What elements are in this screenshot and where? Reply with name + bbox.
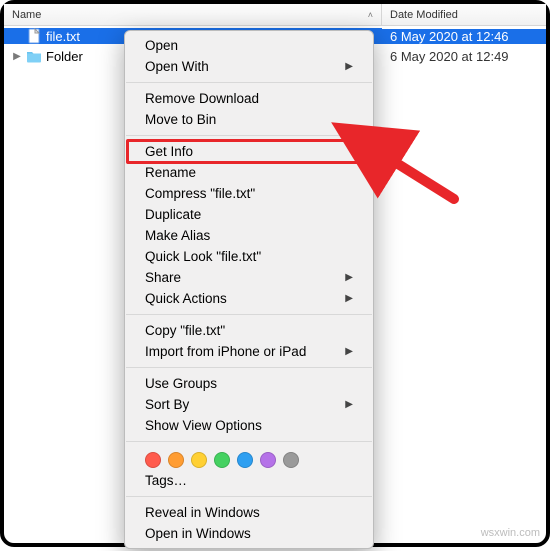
sort-ascending-icon: ˄ <box>368 10 373 20</box>
menu-get-info[interactable]: Get Info <box>125 141 373 162</box>
disclosure-triangle-icon[interactable]: ▶ <box>12 51 22 62</box>
folder-icon <box>26 48 42 64</box>
menu-remove-download[interactable]: Remove Download <box>125 88 373 109</box>
menu-separator <box>126 367 372 368</box>
menu-separator <box>126 82 372 83</box>
menu-use-groups[interactable]: Use Groups <box>125 373 373 394</box>
file-name: Folder <box>46 49 83 64</box>
submenu-arrow-icon: ▶ <box>345 61 353 72</box>
tag-color-blue[interactable] <box>237 452 253 468</box>
tag-color-red[interactable] <box>145 452 161 468</box>
tag-color-purple[interactable] <box>260 452 276 468</box>
menu-share[interactable]: Share▶ <box>125 267 373 288</box>
menu-copy[interactable]: Copy "file.txt" <box>125 320 373 341</box>
menu-sort-by[interactable]: Sort By▶ <box>125 394 373 415</box>
menu-separator <box>126 496 372 497</box>
submenu-arrow-icon: ▶ <box>345 399 353 410</box>
menu-tags[interactable]: Tags… <box>125 470 373 491</box>
tag-color-green[interactable] <box>214 452 230 468</box>
tag-color-orange[interactable] <box>168 452 184 468</box>
watermark: wsxwin.com <box>481 527 540 539</box>
menu-import[interactable]: Import from iPhone or iPad▶ <box>125 341 373 362</box>
menu-separator <box>126 314 372 315</box>
menu-compress[interactable]: Compress "file.txt" <box>125 183 373 204</box>
menu-quick-look[interactable]: Quick Look "file.txt" <box>125 246 373 267</box>
menu-open-in-windows[interactable]: Open in Windows <box>125 523 373 544</box>
column-header: Name ˄ Date Modified <box>4 4 546 26</box>
column-name-label: Name <box>12 9 41 21</box>
column-date-label: Date Modified <box>390 9 458 21</box>
menu-separator <box>126 135 372 136</box>
menu-rename[interactable]: Rename <box>125 162 373 183</box>
menu-reveal-in-windows[interactable]: Reveal in Windows <box>125 502 373 523</box>
submenu-arrow-icon: ▶ <box>345 272 353 283</box>
tag-color-gray[interactable] <box>283 452 299 468</box>
submenu-arrow-icon: ▶ <box>345 293 353 304</box>
file-date: 6 May 2020 at 12:49 <box>382 49 546 64</box>
menu-show-view-options[interactable]: Show View Options <box>125 415 373 436</box>
menu-quick-actions[interactable]: Quick Actions▶ <box>125 288 373 309</box>
menu-make-alias[interactable]: Make Alias <box>125 225 373 246</box>
context-menu: Open Open With▶ Remove Download Move to … <box>124 30 374 549</box>
menu-open[interactable]: Open <box>125 35 373 56</box>
file-date: 6 May 2020 at 12:46 <box>382 29 546 44</box>
submenu-arrow-icon: ▶ <box>345 346 353 357</box>
column-name[interactable]: Name ˄ <box>4 4 382 25</box>
menu-tag-colors <box>125 447 373 470</box>
column-date[interactable]: Date Modified <box>382 4 546 25</box>
menu-open-with[interactable]: Open With▶ <box>125 56 373 77</box>
file-icon <box>26 28 42 44</box>
menu-move-to-bin[interactable]: Move to Bin <box>125 109 373 130</box>
menu-duplicate[interactable]: Duplicate <box>125 204 373 225</box>
tag-color-yellow[interactable] <box>191 452 207 468</box>
menu-separator <box>126 441 372 442</box>
file-name: file.txt <box>46 29 80 44</box>
